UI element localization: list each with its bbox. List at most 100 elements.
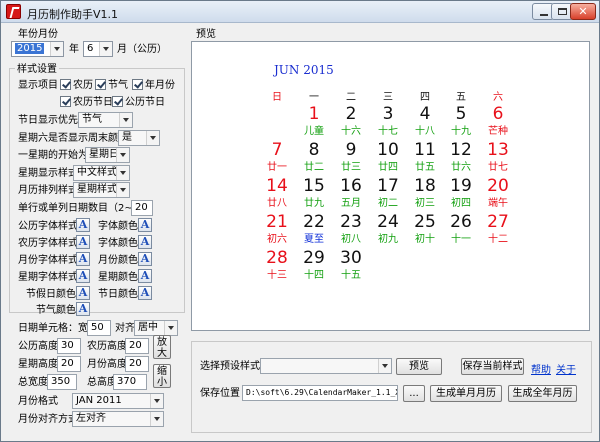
week-start-select[interactable]: 星期日 — [85, 147, 130, 163]
week-height-input[interactable]: 20 — [57, 356, 81, 372]
day-number[interactable]: 20 — [480, 176, 516, 196]
day-number[interactable]: 11 — [407, 140, 443, 160]
zoom-in-button[interactable]: 放大 — [153, 335, 171, 359]
close-button[interactable]: ✕ — [570, 3, 596, 20]
chevron-down-icon — [146, 131, 159, 145]
day-number[interactable]: 13 — [480, 140, 516, 160]
window-title: 月历制作助手V1.1 — [27, 8, 119, 21]
weekend-color-select[interactable]: 是 — [118, 130, 160, 146]
weekend-color-label: 星期六是否显示周末颜色 — [18, 133, 128, 144]
day-number[interactable]: 1 — [296, 104, 332, 124]
lunar-day: 初三 — [415, 198, 435, 209]
checkbox-lunar-holiday[interactable] — [60, 96, 71, 107]
weekday-header: 四 — [420, 92, 430, 103]
font-row-label: 节假日颜色 — [26, 289, 76, 300]
day-number[interactable]: 8 — [296, 140, 332, 160]
day-number[interactable]: 12 — [443, 140, 479, 160]
lunar-day: 廿八 — [267, 198, 287, 209]
day-number[interactable]: 28 — [259, 248, 295, 268]
rows-input[interactable]: 20 — [131, 200, 153, 216]
font-color-button[interactable]: A — [76, 302, 90, 316]
font-color-button[interactable]: A — [138, 286, 152, 300]
month-order-label: 月历排列样式 — [18, 185, 78, 196]
holiday-priority-select[interactable]: 节气 — [78, 112, 133, 128]
solar-height-input[interactable]: 30 — [57, 338, 81, 354]
preview-button[interactable]: 预览 — [396, 358, 442, 375]
year-month-label: 年份月份 — [18, 29, 58, 40]
preset-label: 选择预设样式 — [200, 361, 260, 372]
day-number[interactable]: 18 — [407, 176, 443, 196]
lunar-day: 十四 — [304, 270, 324, 281]
day-number[interactable]: 7 — [259, 140, 295, 160]
week-start-label: 一星期的开始为 — [18, 150, 88, 161]
day-number[interactable]: 3 — [370, 104, 406, 124]
align-select[interactable]: 居中 — [134, 320, 178, 336]
day-number[interactable]: 23 — [333, 212, 369, 232]
lunar-day: 十七 — [378, 126, 398, 137]
title-bar[interactable]: 月历制作助手V1.1 ✕ — [1, 1, 599, 23]
chevron-down-icon — [164, 321, 177, 335]
day-number[interactable]: 6 — [480, 104, 516, 124]
month-format-select[interactable]: JAN 2011 — [72, 393, 164, 409]
font-color-button[interactable]: A — [138, 269, 152, 283]
save-path-input[interactable]: D:\soft\6.29\CalendarMaker_1.1_Xia — [242, 385, 398, 401]
day-number[interactable]: 27 — [480, 212, 516, 232]
browse-button[interactable]: ... — [403, 385, 425, 402]
day-number[interactable]: 25 — [407, 212, 443, 232]
checkbox-solar-term[interactable] — [95, 79, 106, 90]
help-link[interactable]: 帮助 — [531, 361, 551, 376]
checkbox-lunar[interactable] — [60, 79, 71, 90]
generate-year-button[interactable]: 生成全年月历 — [508, 385, 577, 402]
day-number[interactable]: 14 — [259, 176, 295, 196]
month-select[interactable]: 6 — [83, 41, 113, 57]
chevron-down-icon — [116, 148, 129, 162]
font-style-button[interactable]: A — [76, 269, 90, 283]
day-number[interactable]: 29 — [296, 248, 332, 268]
preset-select[interactable] — [260, 358, 392, 374]
day-number[interactable]: 17 — [370, 176, 406, 196]
day-number[interactable]: 30 — [333, 248, 369, 268]
font-color-button[interactable]: A — [138, 218, 152, 232]
font-style-button[interactable]: A — [76, 235, 90, 249]
save-style-button[interactable]: 保存当前样式 — [461, 358, 524, 375]
day-number[interactable]: 26 — [443, 212, 479, 232]
lunar-day: 夏至 — [304, 234, 324, 245]
zoom-out-button[interactable]: 缩小 — [153, 364, 171, 388]
font-style-button[interactable]: A — [76, 252, 90, 266]
month-align-select[interactable]: 左对齐 — [72, 411, 164, 427]
day-number[interactable]: 15 — [296, 176, 332, 196]
day-number[interactable]: 10 — [370, 140, 406, 160]
font-color-button[interactable]: A — [76, 286, 90, 300]
weekday-header: 六 — [493, 92, 503, 103]
lunar-height-input[interactable]: 20 — [125, 338, 149, 354]
checkbox-year-month-label: 年月份 — [145, 80, 175, 91]
month-order-select[interactable]: 星期样式 — [73, 182, 130, 198]
about-link[interactable]: 关于 — [556, 361, 576, 376]
total-height-input[interactable]: 370 — [113, 374, 147, 390]
day-number[interactable]: 21 — [259, 212, 295, 232]
font-color-button[interactable]: A — [138, 252, 152, 266]
day-number[interactable]: 9 — [333, 140, 369, 160]
total-width-input[interactable]: 350 — [47, 374, 77, 390]
weekday-style-select[interactable]: 中文样式 — [73, 165, 130, 181]
lunar-day: 十八 — [415, 126, 435, 137]
day-number[interactable]: 19 — [443, 176, 479, 196]
day-number[interactable]: 4 — [407, 104, 443, 124]
day-number[interactable]: 5 — [443, 104, 479, 124]
day-number[interactable]: 22 — [296, 212, 332, 232]
month-format-label: 月份格式 — [18, 396, 58, 407]
checkbox-year-month[interactable] — [132, 79, 143, 90]
year-select[interactable]: 2015 — [11, 41, 64, 57]
checkbox-solar-holiday[interactable] — [112, 96, 123, 107]
day-number[interactable]: 24 — [370, 212, 406, 232]
month-height-input[interactable]: 20 — [125, 356, 149, 372]
checkbox-lunar-holiday-label: 农历节日 — [73, 97, 113, 108]
generate-month-button[interactable]: 生成单月月历 — [430, 385, 502, 402]
font-style-button[interactable]: A — [76, 218, 90, 232]
font-color-button[interactable]: A — [138, 235, 152, 249]
day-number[interactable]: 16 — [333, 176, 369, 196]
day-number[interactable]: 2 — [333, 104, 369, 124]
lunar-day: 廿四 — [378, 162, 398, 173]
cell-width-input[interactable]: 50 — [87, 320, 111, 336]
lunar-day: 廿六 — [451, 162, 471, 173]
